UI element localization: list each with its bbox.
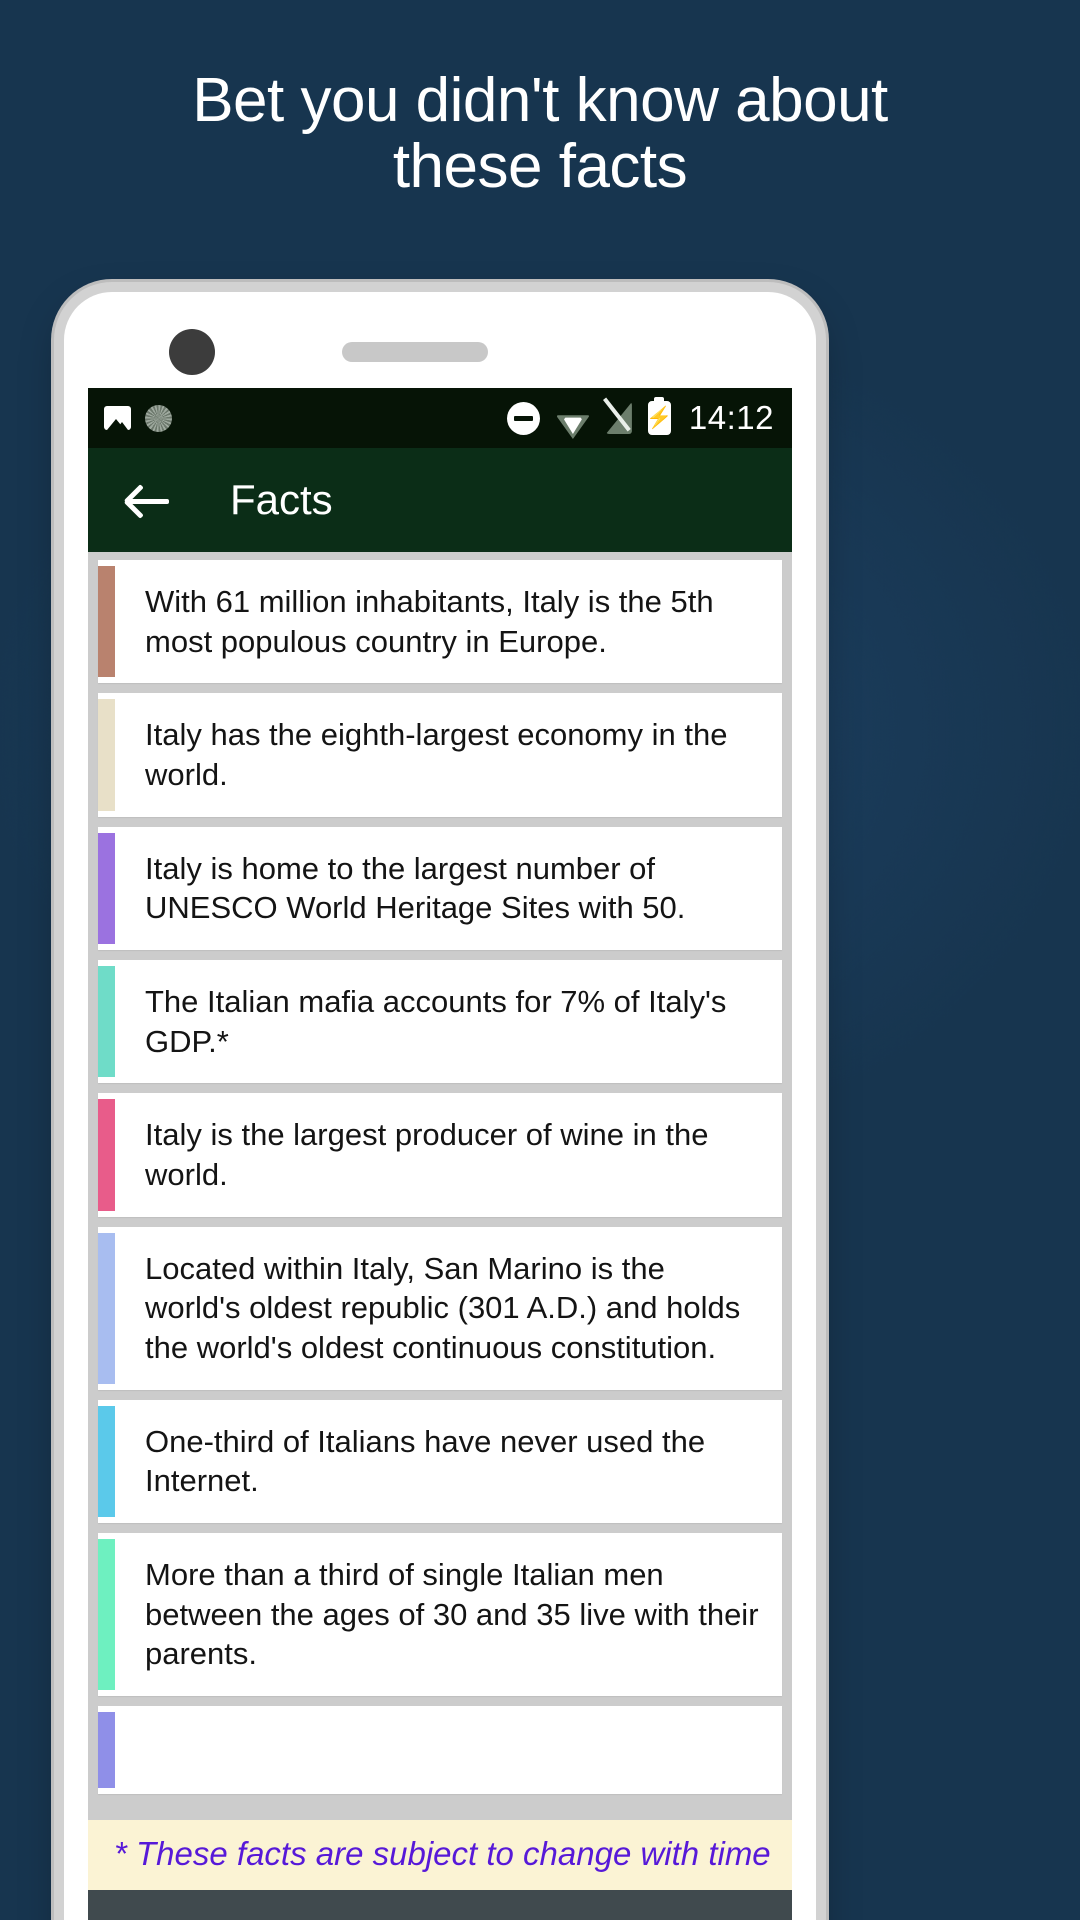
android-nav-bar (88, 1890, 792, 1920)
fact-accent-bar (98, 966, 115, 1078)
fact-card[interactable]: Italy has the eighth-largest economy in … (98, 693, 782, 817)
promo-headline-line-2: these facts (392, 132, 688, 202)
fact-accent-bar (98, 832, 115, 945)
fact-list[interactable]: With 61 million inhabitants, Italy is th… (88, 552, 792, 1920)
back-arrow-icon[interactable] (116, 469, 178, 531)
page-title: Facts (230, 476, 333, 523)
fact-card[interactable]: With 61 million inhabitants, Italy is th… (98, 560, 782, 684)
fact-card[interactable]: The Italian mafia accounts for 7% of Ita… (98, 960, 782, 1084)
fact-accent-bar (98, 1232, 115, 1384)
fact-card[interactable]: More than a third of single Italian men … (98, 1533, 782, 1697)
promo-headline: Bet you didn't know about these facts (0, 66, 1080, 202)
front-camera-icon (169, 329, 215, 375)
fact-text: With 61 million inhabitants, Italy is th… (145, 584, 714, 659)
fact-accent-bar (98, 1099, 115, 1211)
fact-accent-bar (98, 1539, 115, 1691)
footnote-banner: * These facts are subject to change with… (88, 1820, 792, 1890)
fact-text: The Italian mafia accounts for 7% of Ita… (145, 984, 727, 1059)
wifi-icon (555, 405, 590, 439)
fact-text: One-third of Italians have never used th… (145, 1423, 706, 1499)
phone-top-bezel (64, 292, 816, 388)
fact-text: Italy is home to the largest number of U… (145, 850, 686, 926)
phone-frame: ⚡ 14:12 Facts With 61 million inhabitant… (64, 292, 816, 1920)
status-bar-clock: 14:12 (688, 399, 774, 436)
fact-text: More than a third of single Italian men … (145, 1557, 759, 1672)
fact-card[interactable]: One-third of Italians have never used th… (98, 1399, 782, 1524)
fact-card[interactable]: Italy is home to the largest number of U… (98, 826, 782, 951)
earpiece-speaker (342, 342, 488, 362)
battery-charging-icon: ⚡ (646, 401, 672, 435)
fact-accent-bar (98, 566, 115, 678)
status-bar-left-icons (104, 404, 172, 432)
app-bar: Facts (88, 448, 792, 552)
fact-text: Italy has the eighth-largest economy in … (145, 717, 728, 793)
sync-icon (145, 404, 172, 432)
fact-accent-bar (98, 699, 115, 811)
status-bar: ⚡ 14:12 (88, 388, 792, 448)
fact-text: Located within Italy, San Marino is the … (145, 1250, 741, 1366)
fact-card[interactable]: Located within Italy, San Marino is the … (98, 1226, 782, 1390)
fact-accent-bar (98, 1405, 115, 1518)
phone-screen: ⚡ 14:12 Facts With 61 million inhabitant… (88, 388, 792, 1920)
promo-headline-line-1: Bet you didn't know about (192, 66, 888, 135)
fact-text (115, 1706, 782, 1794)
fact-card[interactable]: Italy is the largest producer of wine in… (98, 1093, 782, 1217)
fact-card[interactable] (98, 1706, 782, 1795)
fact-accent-bar (98, 1712, 115, 1789)
signal-off-icon (602, 397, 632, 434)
do-not-disturb-icon (506, 401, 540, 435)
fact-text: Italy is the largest producer of wine in… (145, 1117, 709, 1193)
status-bar-right-icons: ⚡ 14:12 (506, 397, 774, 439)
image-icon (104, 406, 131, 430)
